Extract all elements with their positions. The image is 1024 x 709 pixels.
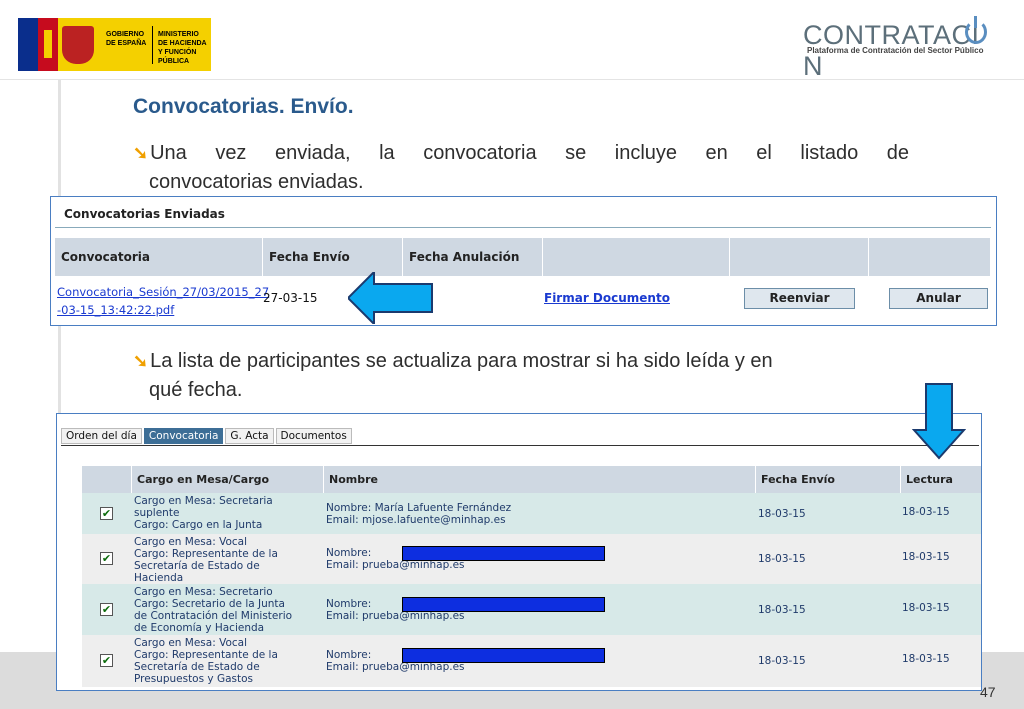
tab-bar: Orden del día Convocatoria G. Acta Document… [61,428,354,444]
flag-band [44,30,52,58]
bullet-arrow-icon: ➘ [133,351,149,371]
fecha-envio-cell: 18-03-15 [758,508,806,520]
row-checkbox[interactable]: ✔ [100,603,113,616]
tab-divider [61,445,979,446]
redaction-box [402,546,605,561]
fecha-envio-cell: 18-03-15 [758,553,806,565]
table-row: ✔ Cargo en Mesa: Secretario Cargo: Secret… [82,584,981,635]
cargo-cell: Cargo en Mesa: Vocal Cargo: Representant… [134,536,278,584]
bullet-word: en [705,142,728,164]
bullet-word: se [565,142,587,164]
bullet-line: convocatorias enviadas. [149,171,364,193]
tab-g-acta[interactable]: G. Acta [225,428,274,444]
sign-document-link[interactable]: Firmar Documento [544,291,670,305]
fecha-envio-cell: 18-03-15 [758,655,806,667]
slide-title: Convocatorias. Envío. [133,95,354,118]
column-header-empty [869,238,991,276]
participants-panel: Orden del día Convocatoria G. Acta Document… [56,413,982,691]
ministry-text: MINISTERIO DE HACIENDA Y FUNCIÓN PÚBLICA [158,31,207,65]
bullet-arrow-icon: ➘ [133,143,149,163]
nombre-cell: Nombre: María Lafuente Fernández Email: … [326,502,512,526]
redaction-box [402,648,605,663]
tab-documentos[interactable]: Documentos [275,428,352,444]
panel-title: Convocatorias Enviadas [64,207,225,221]
row-checkbox[interactable]: ✔ [100,654,113,667]
bullet-line: ➘ La lista de participantes se actualiza … [133,350,773,372]
column-header-fecha-anulacion: Fecha Anulación [403,238,543,276]
link-line: -03-15_13:42:22.pdf [57,303,175,317]
bullet-word: listado [800,142,859,164]
bullet-participants: ➘ La lista de participantes se actualiza … [133,347,909,405]
column-header-nombre: Nombre [324,466,756,493]
eu-flag-strip [18,18,38,71]
redaction-box [402,597,605,612]
lectura-cell: 18-03-15 [902,551,950,563]
table-row: ✔ Cargo en Mesa: Vocal Cargo: Representan… [82,534,981,584]
row-checkbox[interactable]: ✔ [100,552,113,565]
cargo-cell: Cargo en Mesa: Secretario Cargo: Secreta… [134,586,293,634]
table-row: ✔ Cargo en Mesa: Vocal Cargo: Representan… [82,635,981,687]
tab-orden-del-d-a[interactable]: Orden del día [61,428,142,444]
page-number: 47 [980,684,996,700]
bullet-line: ➘ Una vez enviada, la convocatoria se incluye en… [133,139,909,168]
column-header-cargo: Cargo en Mesa/Cargo [132,466,324,493]
coat-of-arms-icon [62,26,94,64]
left-arrow-icon [348,272,433,324]
bullet-word: de [886,142,909,164]
bullet-word: enviada, [274,142,351,164]
column-header-fecha-envio: Fecha Envío [263,238,403,276]
cargo-cell: Cargo en Mesa: Secretaria suplente Cargo… [134,495,273,531]
bullet-word: convocatoria [423,142,537,164]
bullet-word: la [379,142,395,164]
lectura-cell: 18-03-15 [902,653,950,665]
bullet-line: qué fecha. [149,379,243,401]
cargo-cell: Cargo en Mesa: Vocal Cargo: Representant… [134,637,278,685]
column-header-empty [543,238,730,276]
convocatoria-pdf-link[interactable]: Convocatoria_Sesión_27/03/2015_27 -03-15… [57,283,270,319]
cancel-button[interactable]: Anular [889,288,988,309]
tab-convocatoria[interactable]: Convocatoria [143,428,224,444]
bullet-sent-list: ➘ Una vez enviada, la convocatoria se incluye en… [133,139,909,197]
platform-subtitle: Plataforma de Contratación del Sector Pú… [807,46,984,55]
resend-button[interactable]: Reenviar [744,288,855,309]
sent-date: 27-03-15 [263,291,318,305]
logo-divider [152,26,153,64]
row-checkbox[interactable]: ✔ [100,507,113,520]
sent-convocatorias-panel: Convocatorias Enviadas Convocatoria Fech… [50,196,997,326]
bullet-word: incluye [614,142,678,164]
gov-logo-text: GOBIERNO DE ESPAÑA [106,31,147,47]
bullet-word: Una [150,142,187,164]
bullet-word: vez [215,142,247,164]
column-header-convocatoria: Convocatoria [55,238,263,276]
bullet-word: el [756,142,772,164]
column-header-check [82,466,132,493]
column-header-empty [730,238,869,276]
panel-divider [55,227,991,228]
column-header-lectura: Lectura [901,466,981,493]
column-header-fecha-envio: Fecha Envío [756,466,901,493]
lectura-cell: 18-03-15 [902,506,950,518]
table-row: ✔ Cargo en Mesa: Secretaria suplente Carg… [82,493,981,534]
power-icon [965,16,987,44]
link-line: Convocatoria_Sesión_27/03/2015_27 [57,285,270,299]
slide-header: GOBIERNO DE ESPAÑA MINISTERIO DE HACIEND… [0,0,1024,81]
down-arrow-icon [912,383,966,460]
bullet-first-word: ➘ Una [133,139,187,168]
government-logo: GOBIERNO DE ESPAÑA MINISTERIO DE HACIEND… [18,18,211,71]
fecha-envio-cell: 18-03-15 [758,604,806,616]
lectura-cell: 18-03-15 [902,602,950,614]
